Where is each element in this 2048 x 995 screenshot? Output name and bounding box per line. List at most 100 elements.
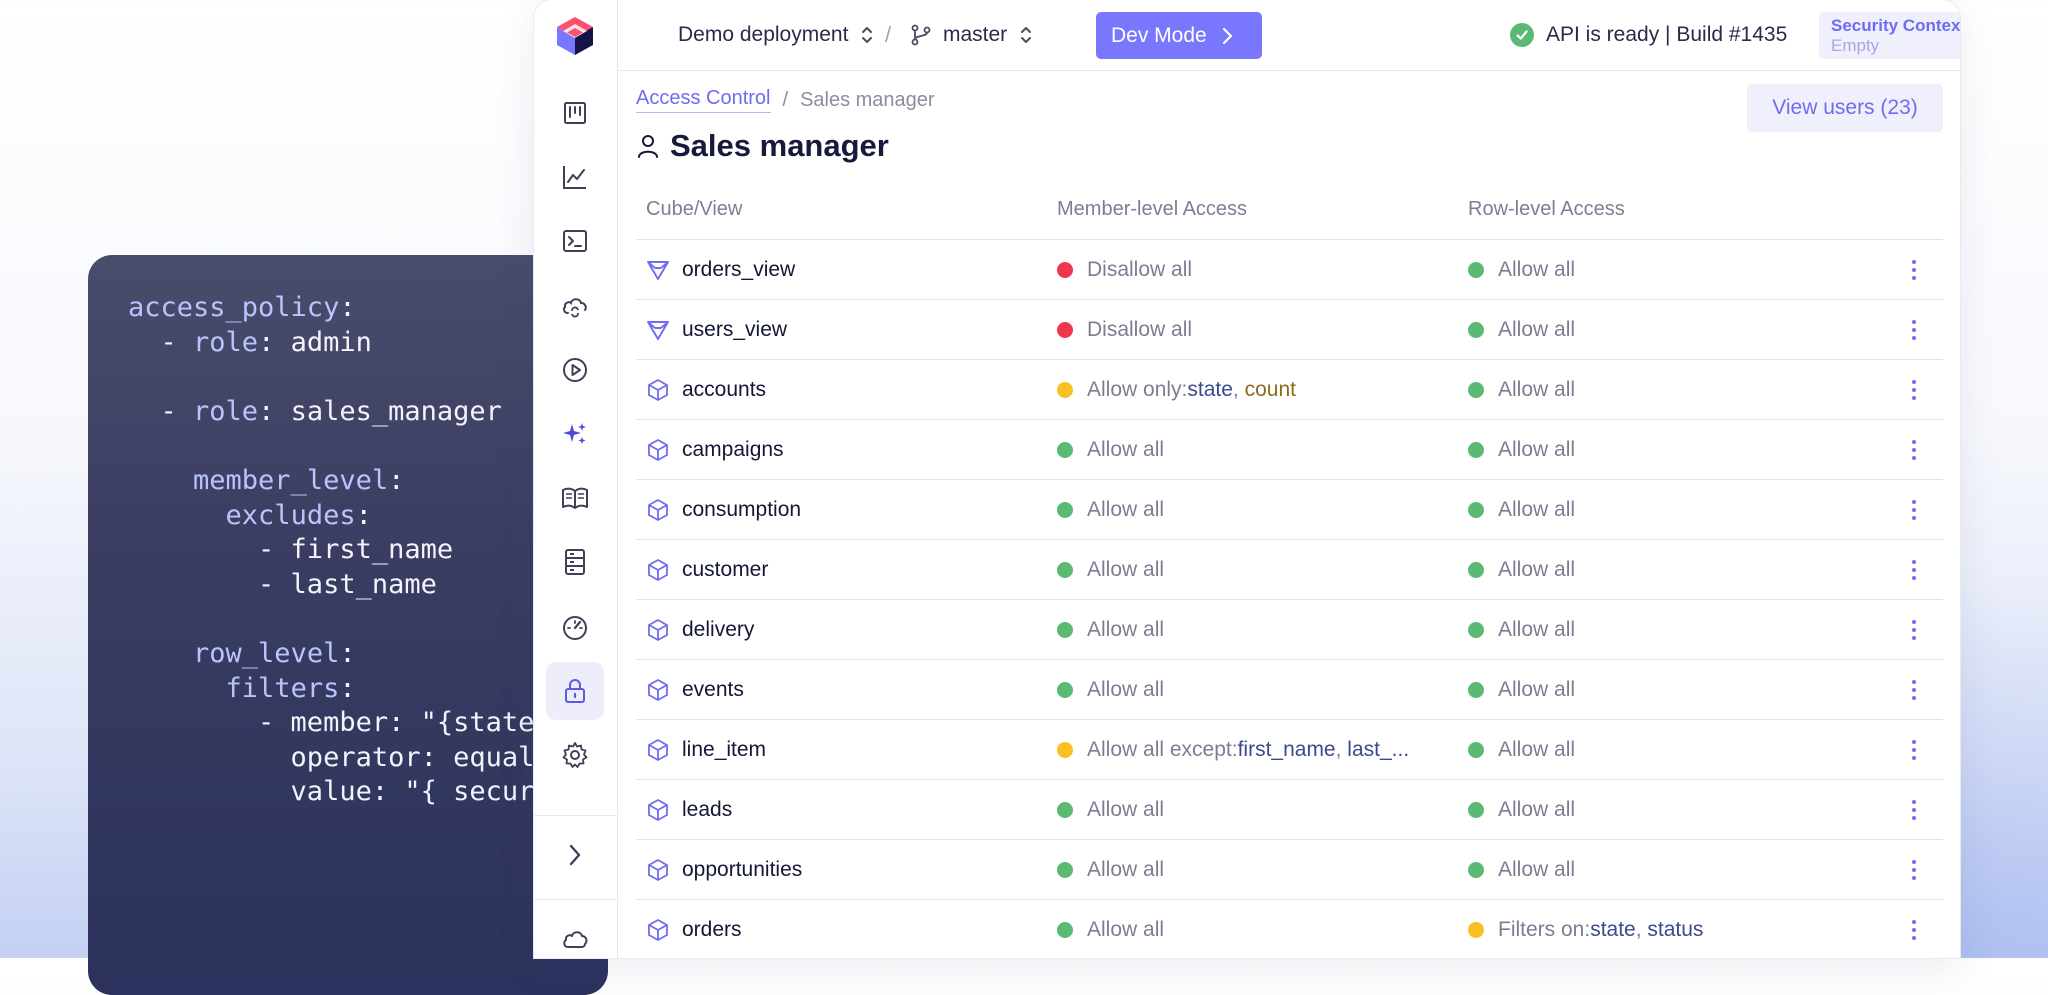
table-row[interactable]: line_item Allow all except: first_name, l… <box>636 720 1943 780</box>
code-line: - member: "{state} <box>128 707 551 739</box>
sidebar-item-chevron-right[interactable] <box>546 826 604 884</box>
table-row[interactable]: users_view Disallow all Allow all <box>636 300 1943 360</box>
table-row[interactable]: campaigns Allow all Allow all <box>636 420 1943 480</box>
sidebar-item-gauge[interactable] <box>546 598 604 656</box>
sidebar-item-terminal[interactable] <box>546 212 604 270</box>
sidebar-item-book[interactable] <box>546 469 604 527</box>
access-text: Allow all <box>1498 737 1576 761</box>
access-text: Allow all <box>1498 557 1576 581</box>
more-vertical-icon[interactable] <box>1911 620 1917 640</box>
access-text: Disallow all <box>1087 317 1193 341</box>
more-vertical-icon[interactable] <box>1911 560 1917 580</box>
status-dot <box>1057 501 1073 518</box>
access-text: Allow all <box>1087 677 1165 701</box>
page-title: Sales manager <box>636 126 889 166</box>
access-text: Allow all <box>1498 857 1576 881</box>
cube-name: events <box>682 677 744 701</box>
table-row[interactable]: opportunities Allow all Allow all <box>636 840 1943 900</box>
access-text: Allow all <box>1498 617 1576 641</box>
deployment-name: Demo deployment <box>678 23 849 46</box>
header-member-level-access: Member-level Access <box>1057 198 1248 220</box>
sidebar-item-kanban[interactable] <box>546 84 604 142</box>
member-access-cell: Allow all <box>1057 900 1164 958</box>
git-branch-icon <box>911 24 931 46</box>
header-cube-view: Cube/View <box>646 198 743 220</box>
code-line: excludes: <box>225 499 372 531</box>
more-vertical-icon[interactable] <box>1911 260 1917 280</box>
more-vertical-icon[interactable] <box>1911 500 1917 520</box>
access-field: first_name <box>1237 737 1336 761</box>
code-line: filters: <box>225 672 356 704</box>
branch-selector[interactable]: master <box>909 0 1033 70</box>
cube-name: delivery <box>682 617 755 641</box>
access-field: last_... <box>1347 737 1410 761</box>
row-access-cell: Allow all <box>1468 540 1575 599</box>
access-text: Disallow all <box>1087 257 1193 281</box>
status-dot <box>1057 921 1073 938</box>
sidebar-item-cloud-sync[interactable] <box>546 277 604 335</box>
table-row[interactable]: consumption Allow all Allow all <box>636 480 1943 540</box>
access-field: , <box>1635 917 1648 941</box>
sidebar-item-server[interactable] <box>546 533 604 591</box>
more-vertical-icon[interactable] <box>1911 860 1917 880</box>
more-vertical-icon[interactable] <box>1911 800 1917 820</box>
play-circle-icon <box>563 358 587 382</box>
table-row[interactable]: orders_view Disallow all Allow all <box>636 240 1943 300</box>
cube-icon <box>648 918 668 941</box>
cube-name-cell: consumption <box>646 480 801 539</box>
status-dot <box>1057 561 1073 578</box>
status-dot <box>1468 741 1484 758</box>
view-users-button[interactable]: View users (23) <box>1747 84 1943 132</box>
cube-icon <box>648 798 668 821</box>
user-icon <box>638 135 658 158</box>
table-row[interactable]: leads Allow all Allow all <box>636 780 1943 840</box>
status-dot <box>1057 261 1073 278</box>
more-vertical-icon[interactable] <box>1911 440 1917 460</box>
member-access-cell: Allow all <box>1057 480 1164 539</box>
sidebar-item-sparkles[interactable] <box>546 405 604 463</box>
breadcrumb-current: Sales manager <box>800 88 935 111</box>
row-access-cell: Allow all <box>1468 780 1575 839</box>
status-dot <box>1057 381 1073 398</box>
table-row[interactable]: customer Allow all Allow all <box>636 540 1943 600</box>
api-status-text: API is ready | Build #1435 <box>1546 23 1788 46</box>
status-dot <box>1057 621 1073 638</box>
cube-name: line_item <box>682 737 767 761</box>
breadcrumb-access-control-link[interactable]: Access Control <box>636 87 771 113</box>
security-context-dropdown[interactable]: Security Context Empty <box>1819 12 1960 59</box>
row-access-cell: Allow all <box>1468 840 1575 899</box>
access-text: Allow all except: <box>1087 737 1238 761</box>
status-dot <box>1468 501 1484 518</box>
cube-name-cell: orders_view <box>646 240 795 299</box>
more-vertical-icon[interactable] <box>1911 920 1917 940</box>
cube-name-cell: users_view <box>646 300 787 359</box>
cube-name: orders <box>682 917 742 941</box>
cube-logo-icon[interactable] <box>556 16 594 56</box>
status-dot <box>1057 321 1073 338</box>
sidebar-item-lock[interactable] <box>546 662 604 720</box>
chevron-up-down-icon <box>1021 27 1032 43</box>
sidebar-item-gear[interactable] <box>546 726 604 784</box>
table-row[interactable]: events Allow all Allow all <box>636 660 1943 720</box>
sparkles-icon <box>563 423 586 444</box>
member-access-cell: Allow all <box>1057 780 1164 839</box>
sidebar-item-play-circle[interactable] <box>546 341 604 399</box>
view-users-label: View users (23) <box>1772 96 1918 119</box>
table-row[interactable]: delivery Allow all Allow all <box>636 600 1943 660</box>
dev-mode-label: Dev Mode <box>1111 23 1207 47</box>
dev-mode-button[interactable]: Dev Mode <box>1096 12 1262 59</box>
table-row[interactable]: orders Allow all Filters on: state, status <box>636 900 1943 958</box>
table-row[interactable]: accounts Allow only: state, count Allow al… <box>636 360 1943 420</box>
more-vertical-icon[interactable] <box>1911 380 1917 400</box>
access-text: Allow all <box>1498 677 1576 701</box>
sidebar-item-cloud[interactable] <box>546 910 604 958</box>
chart-line-icon <box>563 166 586 189</box>
deployment-selector[interactable]: Demo deployment <box>678 0 874 70</box>
cube-name: users_view <box>682 317 788 341</box>
more-vertical-icon[interactable] <box>1911 680 1917 700</box>
more-vertical-icon[interactable] <box>1911 740 1917 760</box>
sidebar-item-chart-line[interactable] <box>546 148 604 206</box>
more-vertical-icon[interactable] <box>1911 320 1917 340</box>
